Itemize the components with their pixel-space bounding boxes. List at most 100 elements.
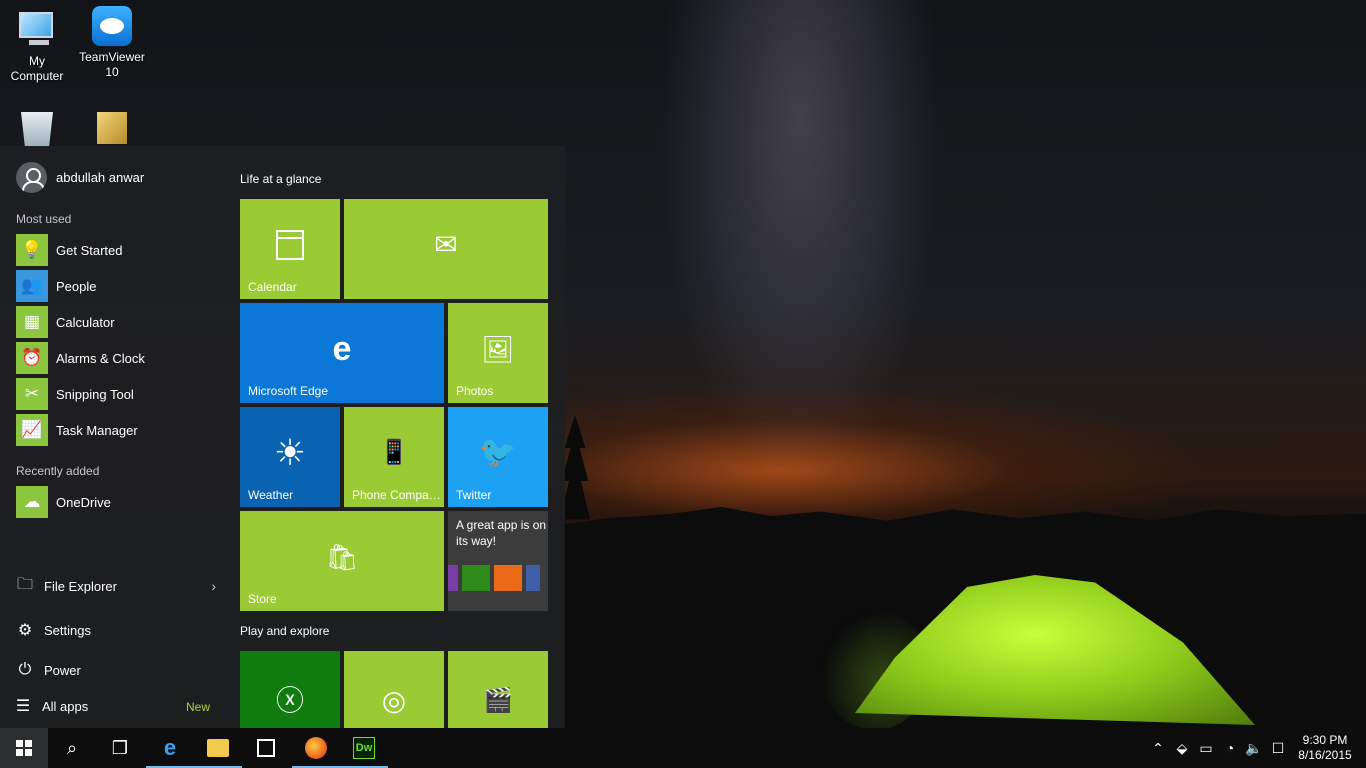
teamviewer-icon <box>92 6 132 46</box>
lightbulb-icon: 💡 <box>16 234 48 266</box>
recently-added-label: Recently added <box>16 464 100 478</box>
onedrive-icon: ☁ <box>16 486 48 518</box>
app-label: Calculator <box>56 314 115 330</box>
taskbar: ⌕ ❐ e Dw ⌃ ⬙ ▭ ◔ 🔈 ☐ 9:30 PM 8/16/2015 <box>0 728 1366 768</box>
task-manager-icon: 📈 <box>16 414 48 446</box>
clapperboard-icon: 🎬 <box>483 687 513 715</box>
search-button[interactable]: ⌕ <box>48 728 96 768</box>
group-title-play[interactable]: Play and explore <box>240 624 329 638</box>
firefox-icon <box>305 737 327 759</box>
edge-icon: e <box>163 735 177 760</box>
alarm-clock-icon: ⏰ <box>16 342 48 374</box>
most-used-label: Most used <box>16 212 72 226</box>
app-label: Get Started <box>56 242 123 258</box>
list-icon: ☰ <box>15 698 31 715</box>
photos-icon: 🖼 <box>481 334 515 364</box>
start-button[interactable] <box>0 728 48 768</box>
desktop-icon-label: My Computer <box>10 54 64 83</box>
chevron-right-icon[interactable]: › <box>211 578 216 594</box>
tile-twitter[interactable]: 🐦 Twitter <box>448 407 548 507</box>
taskbar-store[interactable] <box>242 728 290 768</box>
store-bag-icon: 🛍 <box>325 542 359 572</box>
battery-icon[interactable]: ▭ <box>1194 740 1218 757</box>
desktop-icon-my-computer[interactable]: My Computer <box>1 10 73 84</box>
sun-icon: ☀ <box>273 432 307 473</box>
clock-date: 8/16/2015 <box>1298 748 1352 762</box>
start-menu: abdullah anwar Most used 💡 Get Started 👥… <box>0 146 565 728</box>
file-explorer-label: File Explorer <box>44 578 117 594</box>
people-icon: 👥 <box>16 270 48 302</box>
app-label: OneDrive <box>56 494 111 510</box>
new-badge: New <box>186 700 211 714</box>
task-view-icon: ❐ <box>111 737 129 758</box>
task-view-button[interactable]: ❐ <box>96 728 144 768</box>
app-task-manager[interactable]: 📈 Task Manager <box>16 414 216 446</box>
taskbar-firefox[interactable] <box>292 728 340 768</box>
tile-label: Twitter <box>456 488 492 502</box>
desktop-icon-recycle-bin[interactable] <box>1 112 73 146</box>
tile-movies-tv[interactable]: 🎬 <box>448 651 548 728</box>
calendar-icon <box>276 230 304 260</box>
folder-icon <box>207 739 229 757</box>
app-label: People <box>56 278 97 294</box>
taskbar-file-explorer[interactable] <box>194 728 242 768</box>
computer-icon <box>17 10 57 50</box>
promo-app-icons <box>448 559 548 595</box>
tile-label: Store <box>248 592 277 606</box>
user-account[interactable]: abdullah anwar <box>16 162 144 193</box>
volume-icon[interactable]: 🔈 <box>1242 740 1266 757</box>
wifi-icon[interactable]: ◔ <box>1218 740 1242 756</box>
tile-calendar[interactable]: Calendar <box>240 199 340 299</box>
chevron-up-icon[interactable]: ⌃ <box>1146 740 1170 757</box>
tile-label: Photos <box>456 384 494 398</box>
settings-button[interactable]: ⚙ Settings <box>16 618 216 642</box>
app-label: Alarms & Clock <box>56 350 145 366</box>
music-disc-icon: ◎ <box>381 685 407 717</box>
app-snipping-tool[interactable]: ✂ Snipping Tool <box>16 378 216 410</box>
tile-groove-music[interactable]: ◎ <box>344 651 444 728</box>
file-explorer-icon: 🗀 <box>16 575 33 593</box>
app-people[interactable]: 👥 People <box>16 270 216 302</box>
dreamweaver-icon: Dw <box>353 737 375 759</box>
action-center-icon[interactable]: ☐ <box>1266 740 1290 757</box>
twitter-bird-icon: 🐦 <box>479 436 517 469</box>
scissors-icon: ✂ <box>16 378 48 410</box>
folder-icon <box>97 112 127 144</box>
tile-microsoft-edge[interactable]: e Microsoft Edge <box>240 303 444 403</box>
tile-weather[interactable]: ☀ Weather <box>240 407 340 507</box>
desktop-icon-teamviewer[interactable]: TeamViewer 10 <box>76 6 148 80</box>
taskbar-dreamweaver[interactable]: Dw <box>340 728 388 768</box>
tile-store[interactable]: 🛍 Store <box>240 511 444 611</box>
power-icon: ⏻ <box>18 661 32 678</box>
tile-app-promo[interactable]: A great app is on its way! <box>448 511 548 611</box>
tile-mail[interactable]: ✉ <box>344 199 548 299</box>
dropbox-icon[interactable]: ⬙ <box>1170 740 1194 757</box>
gear-icon: ⚙ <box>17 622 33 639</box>
group-title-life[interactable]: Life at a glance <box>240 172 321 186</box>
app-onedrive[interactable]: ☁ OneDrive <box>16 486 216 518</box>
app-calculator[interactable]: ▦ Calculator <box>16 306 216 338</box>
tile-xbox[interactable]: ⓧ <box>240 651 340 728</box>
tile-label: Microsoft Edge <box>248 384 329 398</box>
desktop-icon-label: TeamViewer 10 <box>79 50 145 79</box>
tile-label: Phone Compa… <box>352 488 441 502</box>
power-button[interactable]: ⏻ Power <box>16 658 216 682</box>
tile-phone-companion[interactable]: 📱 Phone Compa… <box>344 407 444 507</box>
app-get-started[interactable]: 💡 Get Started <box>16 234 216 266</box>
search-icon: ⌕ <box>66 737 78 758</box>
desktop-icon-folder[interactable] <box>76 112 148 144</box>
taskbar-edge[interactable]: e <box>146 728 194 768</box>
tile-label: Calendar <box>248 280 297 294</box>
calculator-icon: ▦ <box>16 306 48 338</box>
windows-logo-icon <box>16 740 32 756</box>
file-explorer-button[interactable]: 🗀 File Explorer › <box>16 574 216 598</box>
settings-label: Settings <box>44 622 91 638</box>
store-icon <box>257 739 275 757</box>
tile-photos[interactable]: 🖼 Photos <box>448 303 548 403</box>
clock[interactable]: 9:30 PM 8/16/2015 <box>1290 733 1360 763</box>
phone-companion-icon: 📱 <box>379 439 409 466</box>
all-apps-button[interactable]: ☰ All apps <box>14 694 214 718</box>
app-alarms-clock[interactable]: ⏰ Alarms & Clock <box>16 342 216 374</box>
recycle-bin-icon <box>21 112 53 146</box>
xbox-icon: ⓧ <box>275 685 305 717</box>
